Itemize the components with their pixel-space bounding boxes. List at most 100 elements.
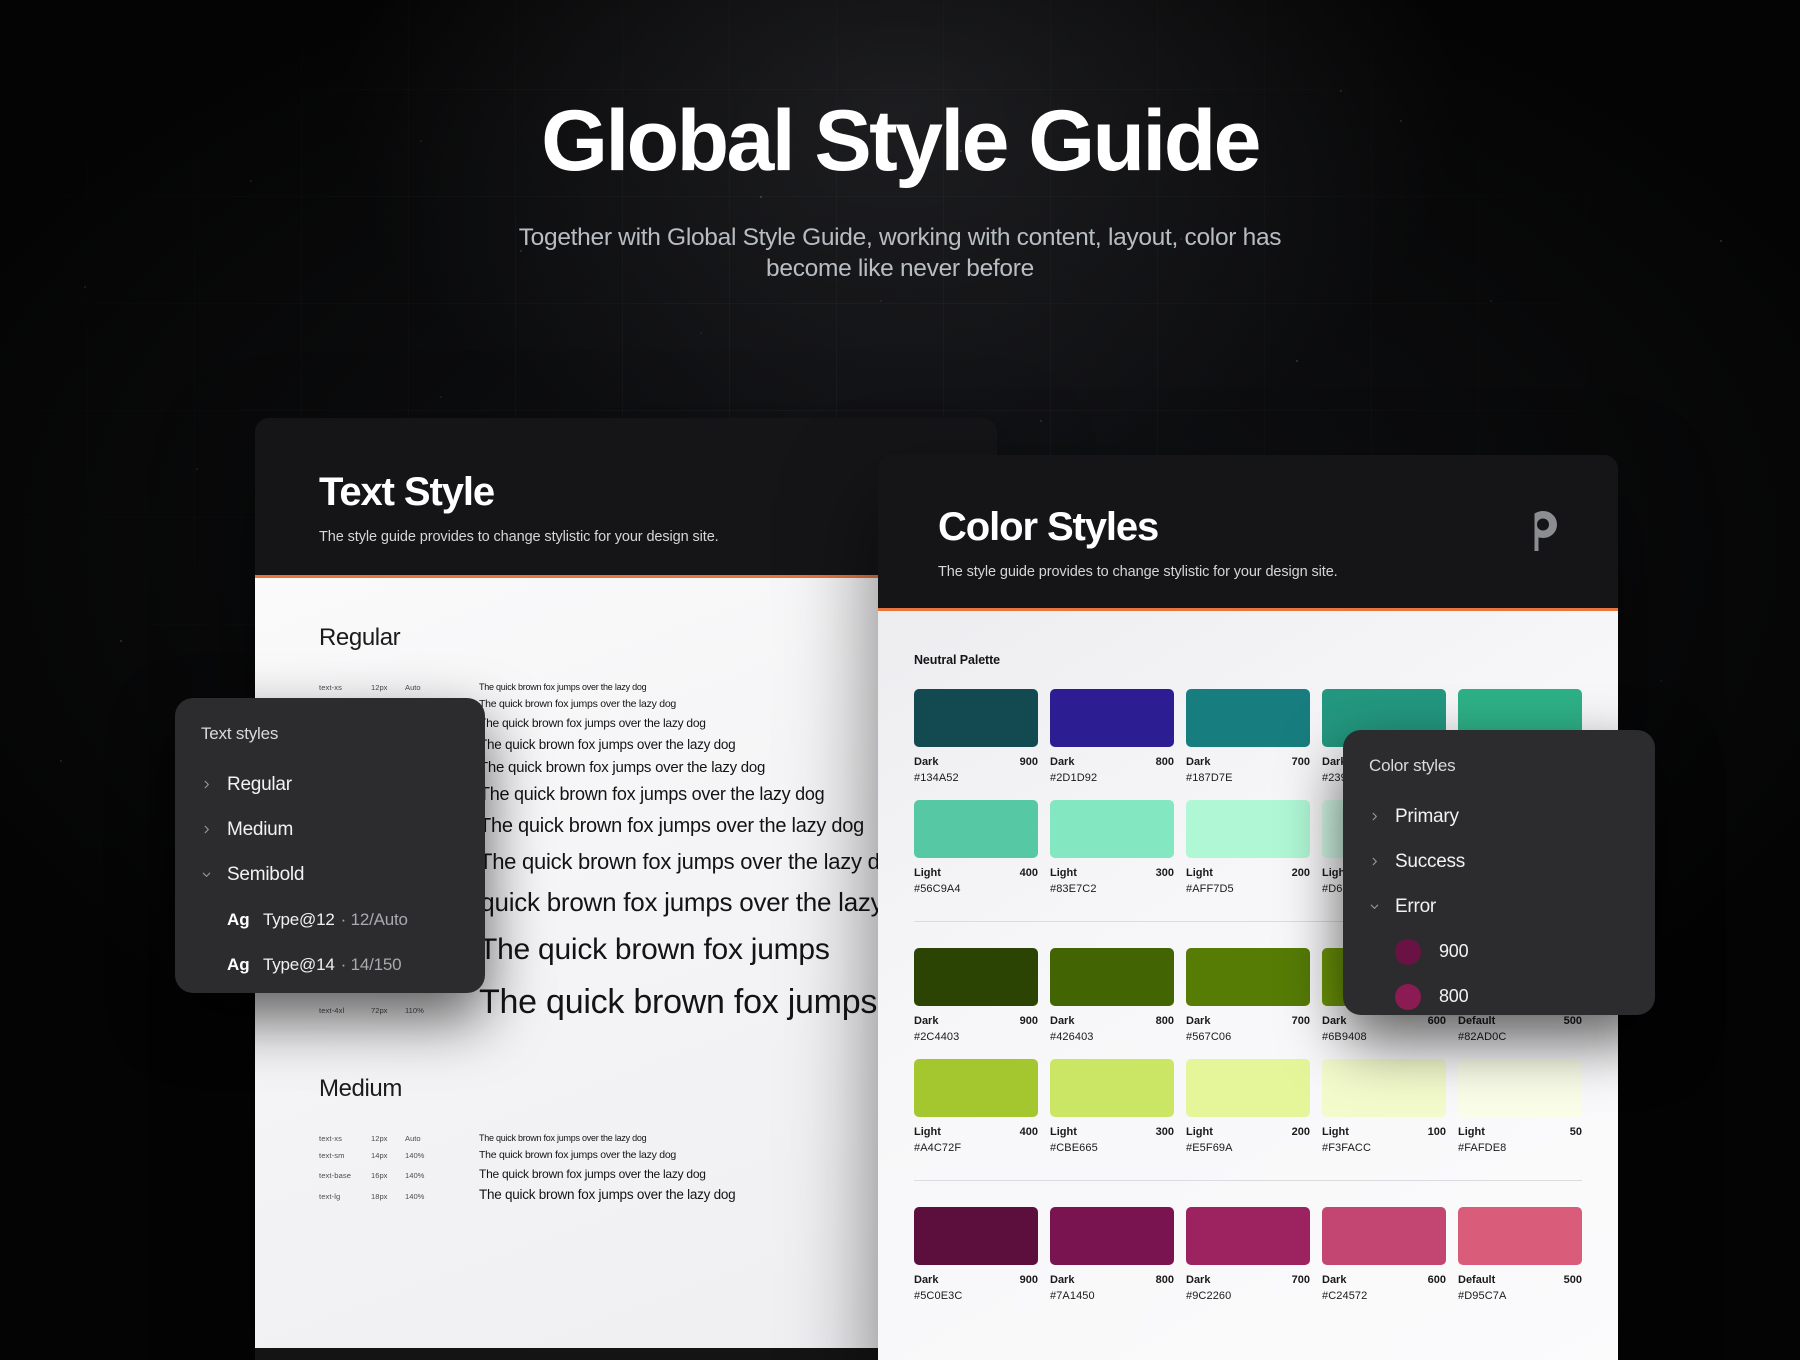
color-swatch-chip[interactable] <box>1050 800 1174 858</box>
color-swatch[interactable]: Light400#56C9A4 <box>914 800 1038 895</box>
color-swatch[interactable]: Dark700#187D7E <box>1186 689 1310 784</box>
color-swatch-hex: #426403 <box>1050 1031 1174 1043</box>
color-swatch-chip[interactable] <box>1186 1059 1310 1117</box>
popover-group-regular[interactable]: Regular <box>175 762 485 807</box>
color-swatch[interactable]: Light300 #CBE665 <box>1050 1059 1174 1154</box>
popover-style-item[interactable]: AgType@14· 14/150 <box>175 942 485 987</box>
color-swatch[interactable]: Light400#A4C72F <box>914 1059 1038 1154</box>
color-step-label: 800 <box>1439 986 1468 1007</box>
color-swatch-meta: Light400 <box>914 1126 1038 1138</box>
color-swatch[interactable]: Dark800#2D1D92 <box>1050 689 1174 784</box>
popover-style-item[interactable]: 800 <box>1343 974 1655 1015</box>
color-swatch-chip[interactable] <box>1322 1059 1446 1117</box>
color-swatch-chip[interactable] <box>1050 948 1174 1006</box>
text-spec-size: 72px <box>371 1006 405 1015</box>
color-swatch-chip[interactable] <box>914 689 1038 747</box>
color-swatch-meta: Dark800 <box>1050 1015 1174 1027</box>
text-spec-sample: The quick brown fox jumps <box>479 933 830 967</box>
star-dot <box>84 286 86 288</box>
color-swatch[interactable]: Light200#E5F69A <box>1186 1059 1310 1154</box>
chevron-right-icon[interactable] <box>201 779 227 790</box>
color-swatch-chip[interactable] <box>1458 1207 1582 1265</box>
color-swatch[interactable]: Light200#AFF7D5 <box>1186 800 1310 895</box>
color-swatch-chip[interactable] <box>1458 1059 1582 1117</box>
popover-style-item[interactable]: AgType@16· 16/150 <box>175 987 485 993</box>
popover-group-success[interactable]: Success <box>1343 839 1655 884</box>
color-swatch-chip[interactable] <box>1186 800 1310 858</box>
color-swatch-name: Light <box>1322 1126 1349 1138</box>
color-swatch-hex: #CBE665 <box>1050 1142 1174 1154</box>
color-swatch-chip[interactable] <box>914 1059 1038 1117</box>
color-swatch-name: Dark <box>1186 756 1210 768</box>
color-swatch-step: 900 <box>1020 1015 1038 1027</box>
popover-group-semibold[interactable]: Semibold <box>175 852 485 897</box>
color-swatch-name: Light <box>1458 1126 1485 1138</box>
popover-style-item[interactable]: 900 <box>1343 929 1655 974</box>
color-swatch[interactable]: Light100#F3FACC <box>1322 1059 1446 1154</box>
color-swatch[interactable]: Dark800#7A1450 <box>1050 1207 1174 1302</box>
text-styles-popover[interactable]: Text styles RegularMediumSemiboldAgType@… <box>175 698 485 993</box>
text-spec-token: text-lg <box>319 1192 371 1201</box>
color-swatch[interactable]: Dark700#9C2260 <box>1186 1207 1310 1302</box>
text-spec-sample: The quick brown fox jumps over the lazy … <box>479 1149 676 1161</box>
color-swatch-chip[interactable] <box>1186 689 1310 747</box>
text-spec-sample: The quick brown fox jumps over the lazy … <box>479 849 904 875</box>
color-swatch-chip[interactable] <box>1050 689 1174 747</box>
color-swatch[interactable]: Light50#FAFDE8 <box>1458 1059 1582 1154</box>
chevron-down-icon[interactable] <box>201 869 227 880</box>
color-swatch-step: 600 <box>1428 1015 1446 1027</box>
popover-style-item[interactable]: AgType@12· 12/Auto <box>175 897 485 942</box>
color-swatch-step: 500 <box>1564 1015 1582 1027</box>
color-swatch-chip[interactable] <box>914 948 1038 1006</box>
color-style-card-subtitle: The style guide provides to change styli… <box>938 564 1558 580</box>
color-swatch[interactable]: Dark800 #426403 <box>1050 948 1174 1043</box>
page-subtitle: Together with Global Style Guide, workin… <box>515 222 1285 285</box>
color-swatch-name: Light <box>1186 1126 1213 1138</box>
type-style-meta: · 12/Auto <box>341 910 408 930</box>
text-spec-sample: The quick brown fox jumps over the lazy … <box>479 1187 735 1202</box>
popover-group-medium[interactable]: Medium <box>175 807 485 852</box>
color-swatch[interactable]: Dark700#567C06 <box>1186 948 1310 1043</box>
color-swatch-chip[interactable] <box>1322 1207 1446 1265</box>
color-swatch[interactable]: Dark900#5C0E3C <box>914 1207 1038 1302</box>
color-swatch[interactable]: Default500#D95C7A <box>1458 1207 1582 1302</box>
color-swatch-meta: Dark700 <box>1186 1274 1310 1286</box>
color-swatch-name: Light <box>914 867 941 879</box>
chevron-down-icon[interactable] <box>1369 901 1395 912</box>
color-swatch-meta: Default500 <box>1458 1274 1582 1286</box>
color-swatch[interactable]: Light300#83E7C2 <box>1050 800 1174 895</box>
color-swatch[interactable]: Dark900#134A52 <box>914 689 1038 784</box>
palette-divider <box>914 1180 1582 1181</box>
color-swatch-chip[interactable] <box>914 1207 1038 1265</box>
chevron-right-icon[interactable] <box>1369 811 1395 822</box>
popover-group-primary[interactable]: Primary <box>1343 794 1655 839</box>
color-swatch-hex: #2D1D92 <box>1050 772 1174 784</box>
color-style-card-title: Color Styles <box>938 505 1558 550</box>
text-spec-line-height: 110% <box>405 1006 479 1015</box>
color-swatch-chip[interactable] <box>1186 948 1310 1006</box>
popover-group-label: Error <box>1395 896 1436 918</box>
color-swatch[interactable]: Dark600#C24572 <box>1322 1207 1446 1302</box>
color-swatch-meta: Light300 <box>1050 867 1174 879</box>
chevron-right-icon[interactable] <box>1369 856 1395 867</box>
color-swatch-hex: #56C9A4 <box>914 883 1038 895</box>
color-swatch-chip[interactable] <box>1050 1207 1174 1265</box>
color-swatch-meta: Light300 <box>1050 1126 1174 1138</box>
star-dot <box>880 300 882 302</box>
text-spec-sample: The quick brown fox jumps over the lazy … <box>429 887 933 918</box>
popover-group-error[interactable]: Error <box>1343 884 1655 929</box>
chevron-right-icon[interactable] <box>201 824 227 835</box>
color-styles-popover[interactable]: Color styles PrimarySuccessError900800 <box>1343 730 1655 1015</box>
text-style-card-title: Text Style <box>319 470 933 515</box>
color-styles-list: PrimarySuccess Error 900 800 <box>1343 794 1655 1015</box>
color-swatch[interactable]: Dark900#2C4403 <box>914 948 1038 1043</box>
color-swatch-name: Dark <box>1186 1015 1210 1027</box>
text-spec-token: text-xs <box>319 1134 371 1143</box>
color-swatch-chip[interactable] <box>1186 1207 1310 1265</box>
color-swatch-step: 800 <box>1156 1274 1174 1286</box>
color-swatch-chip[interactable] <box>914 800 1038 858</box>
text-spec-line-height: 140% <box>405 1151 479 1160</box>
text-spec-token: text-base <box>319 1171 371 1180</box>
color-swatch-name: Dark <box>1050 1274 1074 1286</box>
color-swatch-chip[interactable] <box>1050 1059 1174 1117</box>
